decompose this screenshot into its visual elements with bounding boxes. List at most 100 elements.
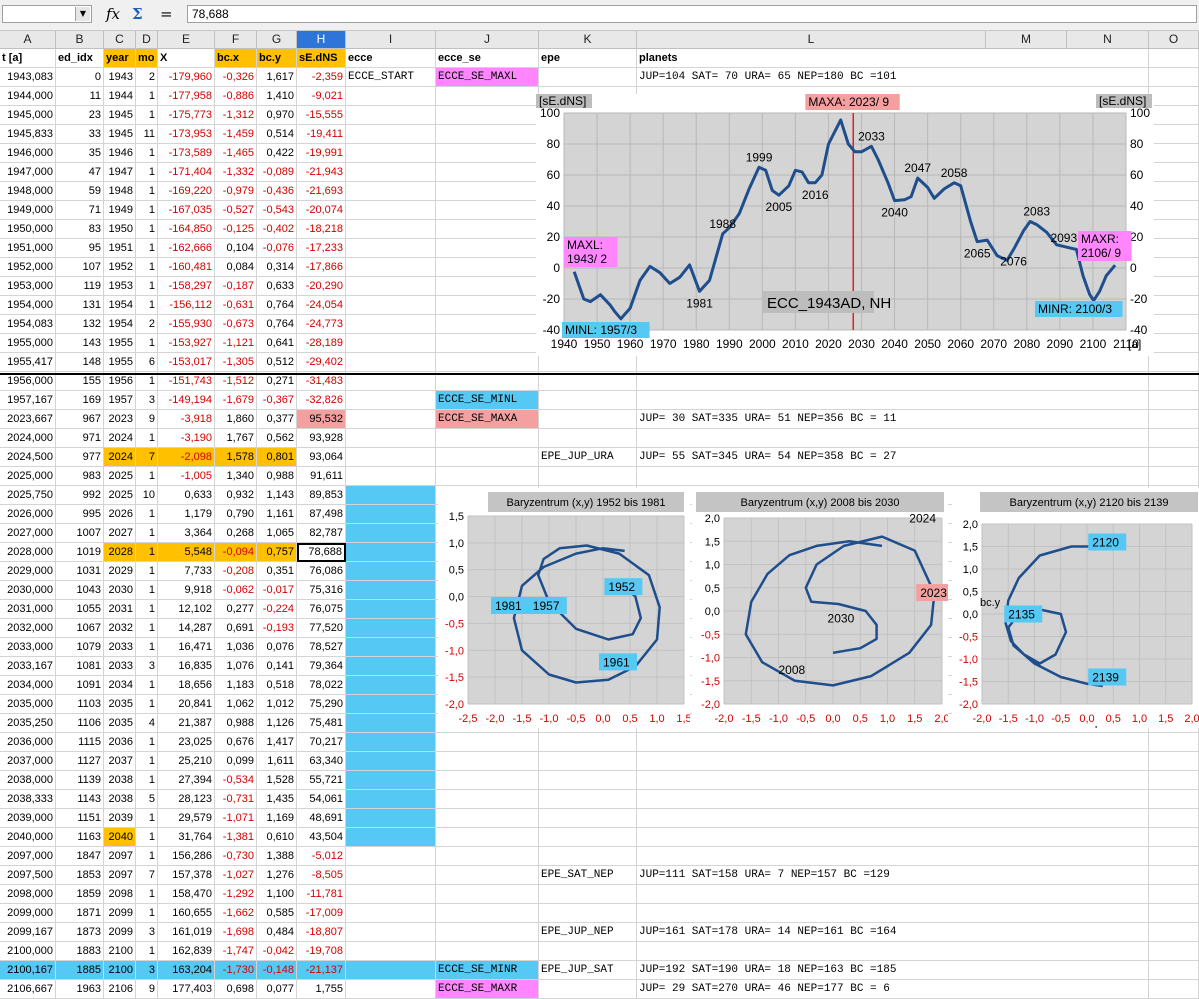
cell-e-4[interactable]: -175,773 xyxy=(158,106,215,125)
cell-j-14[interactable] xyxy=(436,296,539,315)
cell-f-17[interactable]: -1,305 xyxy=(215,353,257,372)
cell-e-23[interactable]: -1,005 xyxy=(158,467,215,486)
cell-h-35[interactable]: 75,290 xyxy=(297,695,346,714)
cell-c-3[interactable]: 1944 xyxy=(104,87,136,106)
cell-i-6[interactable] xyxy=(346,144,436,163)
cell-c-38[interactable]: 2037 xyxy=(104,752,136,771)
cell-o-14[interactable] xyxy=(1149,296,1199,315)
cell-b-2[interactable]: 0 xyxy=(56,68,104,87)
cell-g-6[interactable]: 0,422 xyxy=(257,144,297,163)
cell-l-45[interactable] xyxy=(637,885,1149,904)
cell-g-31[interactable]: -0,193 xyxy=(257,619,297,638)
cell-b-11[interactable]: 95 xyxy=(56,239,104,258)
cell-b-21[interactable]: 971 xyxy=(56,429,104,448)
cell-c-5[interactable]: 1945 xyxy=(104,125,136,144)
cell-c-21[interactable]: 2024 xyxy=(104,429,136,448)
cell-g-42[interactable]: 0,610 xyxy=(257,828,297,847)
sigma-icon[interactable]: Σ xyxy=(132,5,143,23)
cell-g-23[interactable]: 0,988 xyxy=(257,467,297,486)
cell-g-35[interactable]: 1,012 xyxy=(257,695,297,714)
cell-i-10[interactable] xyxy=(346,220,436,239)
cell-o-40[interactable] xyxy=(1149,790,1199,809)
cell-o-11[interactable] xyxy=(1149,239,1199,258)
cell-f-43[interactable]: -0,730 xyxy=(215,847,257,866)
cell-e-41[interactable]: 29,579 xyxy=(158,809,215,828)
cell-b-45[interactable]: 1859 xyxy=(56,885,104,904)
cell-d-41[interactable]: 1 xyxy=(136,809,158,828)
cell-a-29[interactable]: 2030,000 xyxy=(0,581,56,600)
cell-j-48[interactable] xyxy=(436,942,539,961)
chart-barycenter-1952-1981[interactable]: Baryzentrum (x,y) 1952 bis 1981 -2,5 -2,0-… xyxy=(438,488,690,728)
cell-j-42[interactable] xyxy=(436,828,539,847)
cell-f-21[interactable]: 1,767 xyxy=(215,429,257,448)
cell-e-29[interactable]: 9,918 xyxy=(158,581,215,600)
cell-d-4[interactable]: 1 xyxy=(136,106,158,125)
cell-o-48[interactable] xyxy=(1149,942,1199,961)
cell-i-37[interactable] xyxy=(346,733,436,752)
cell-h-50[interactable]: 1,755 xyxy=(297,980,346,999)
cell-c-43[interactable]: 2097 xyxy=(104,847,136,866)
cell-g-7[interactable]: -0,089 xyxy=(257,163,297,182)
cell-a-20[interactable]: 2023,667 xyxy=(0,410,56,429)
cell-d-38[interactable]: 1 xyxy=(136,752,158,771)
cell-e-16[interactable]: -153,927 xyxy=(158,334,215,353)
cell-f-44[interactable]: -1,027 xyxy=(215,866,257,885)
cell-g-47[interactable]: 0,484 xyxy=(257,923,297,942)
cell-i-35[interactable] xyxy=(346,695,436,714)
cell-a-32[interactable]: 2033,000 xyxy=(0,638,56,657)
cell-j-19[interactable]: ECCE_SE_MINL xyxy=(436,391,539,410)
cell-a-48[interactable]: 2100,000 xyxy=(0,942,56,961)
cell-c-2[interactable]: 1943 xyxy=(104,68,136,87)
cell-f-34[interactable]: 1,183 xyxy=(215,676,257,695)
cell-a-10[interactable]: 1950,000 xyxy=(0,220,56,239)
cell-e-40[interactable]: 28,123 xyxy=(158,790,215,809)
cell-e-48[interactable]: 162,839 xyxy=(158,942,215,961)
cell-f-40[interactable]: -0,731 xyxy=(215,790,257,809)
cell-h-23[interactable]: 91,611 xyxy=(297,467,346,486)
cell-c-24[interactable]: 2025 xyxy=(104,486,136,505)
cell-f-36[interactable]: 0,988 xyxy=(215,714,257,733)
cell-j-9[interactable] xyxy=(436,201,539,220)
cell-c-11[interactable]: 1951 xyxy=(104,239,136,258)
cell-f-38[interactable]: 0,099 xyxy=(215,752,257,771)
cell-c-44[interactable]: 2097 xyxy=(104,866,136,885)
cell-h-17[interactable]: -29,402 xyxy=(297,353,346,372)
cell-a-41[interactable]: 2039,000 xyxy=(0,809,56,828)
cell-e-38[interactable]: 25,210 xyxy=(158,752,215,771)
cell-f-28[interactable]: -0,208 xyxy=(215,562,257,581)
cell-g-36[interactable]: 1,126 xyxy=(257,714,297,733)
cell-i-32[interactable] xyxy=(346,638,436,657)
cell-j-45[interactable] xyxy=(436,885,539,904)
cell-c-35[interactable]: 2035 xyxy=(104,695,136,714)
header-cell-l[interactable]: planets xyxy=(637,49,1149,68)
cell-e-31[interactable]: 14,287 xyxy=(158,619,215,638)
cell-a-36[interactable]: 2035,250 xyxy=(0,714,56,733)
cell-k-47[interactable]: EPE_JUP_NEP xyxy=(539,923,637,942)
cell-g-38[interactable]: 1,611 xyxy=(257,752,297,771)
cell-g-45[interactable]: 1,100 xyxy=(257,885,297,904)
cell-d-36[interactable]: 4 xyxy=(136,714,158,733)
cell-g-33[interactable]: 0,141 xyxy=(257,657,297,676)
cell-o-23[interactable] xyxy=(1149,467,1199,486)
cell-b-5[interactable]: 33 xyxy=(56,125,104,144)
cell-g-12[interactable]: 0,314 xyxy=(257,258,297,277)
cell-g-32[interactable]: 0,076 xyxy=(257,638,297,657)
column-header-d[interactable]: D xyxy=(136,31,158,49)
cell-c-10[interactable]: 1950 xyxy=(104,220,136,239)
header-cell-d[interactable]: mo xyxy=(136,49,158,68)
cell-d-11[interactable]: 1 xyxy=(136,239,158,258)
cell-b-42[interactable]: 1163 xyxy=(56,828,104,847)
cell-h-7[interactable]: -21,943 xyxy=(297,163,346,182)
cell-o-20[interactable] xyxy=(1149,410,1199,429)
cell-g-28[interactable]: 0,351 xyxy=(257,562,297,581)
cell-a-38[interactable]: 2037,000 xyxy=(0,752,56,771)
cell-b-36[interactable]: 1106 xyxy=(56,714,104,733)
cell-j-41[interactable] xyxy=(436,809,539,828)
cell-d-25[interactable]: 1 xyxy=(136,505,158,524)
cell-i-2[interactable]: ECCE_START xyxy=(346,68,436,87)
cell-g-37[interactable]: 1,417 xyxy=(257,733,297,752)
cell-c-39[interactable]: 2038 xyxy=(104,771,136,790)
cell-i-12[interactable] xyxy=(346,258,436,277)
cell-a-21[interactable]: 2024,000 xyxy=(0,429,56,448)
cell-a-9[interactable]: 1949,000 xyxy=(0,201,56,220)
